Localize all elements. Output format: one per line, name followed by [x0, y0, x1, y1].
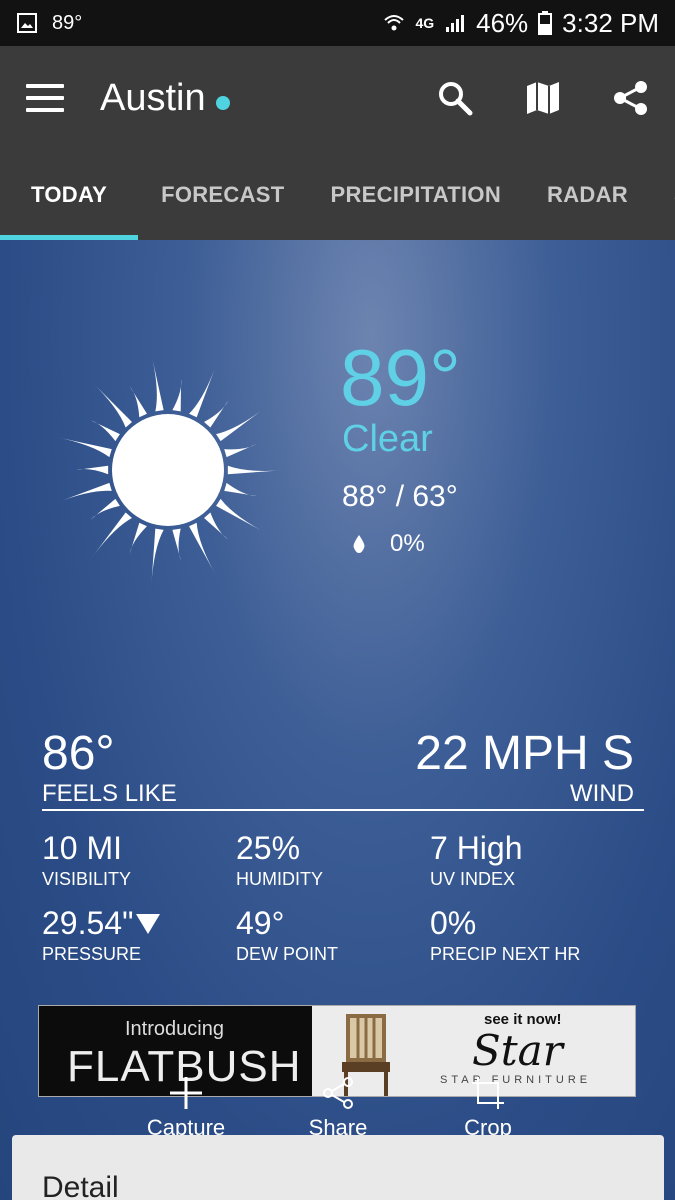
share-icon	[323, 1077, 353, 1109]
plus-icon	[170, 1077, 202, 1109]
search-icon[interactable]	[437, 80, 473, 116]
feels-like-value: 86°	[42, 727, 115, 780]
current-temperature: 89°	[340, 333, 461, 422]
signal-icon	[446, 15, 465, 32]
precip-chance: 0%	[352, 530, 425, 558]
network-type: 4G	[415, 15, 435, 31]
ad-intro-text: Introducing	[125, 1018, 224, 1040]
feels-like-label: FEELS LIKE	[42, 780, 177, 807]
stat-label: PRESSURE	[42, 944, 142, 964]
share-icon[interactable]	[613, 80, 649, 116]
stat-pressure: 29.54" PRESSURE	[42, 905, 161, 965]
stat-precip-next-hr: 0% PRECIP NEXT HR	[430, 905, 580, 965]
crop-button[interactable]: Crop	[452, 1075, 524, 1141]
stat-label: UV INDEX	[430, 869, 516, 889]
city-name: Austin	[100, 76, 206, 119]
sun-icon	[54, 353, 286, 587]
tab-more[interactable]: S	[651, 150, 675, 240]
location-title[interactable]: Austin	[100, 77, 230, 120]
app-bar: Austin	[0, 46, 675, 150]
stat-value: 25%	[236, 830, 301, 866]
share-screenshot-button[interactable]: Share	[300, 1075, 376, 1141]
divider	[42, 809, 644, 811]
wind-value: 22 MPH S	[415, 727, 634, 780]
high-low-temperature: 88° / 63°	[342, 480, 458, 513]
stat-value: 10 MI	[42, 830, 123, 866]
stat-value: 0%	[430, 905, 477, 941]
stat-label: DEW POINT	[236, 944, 338, 964]
map-icon[interactable]	[525, 80, 561, 116]
stat-label: PRECIP NEXT HR	[430, 944, 581, 964]
stat-value: 29.54"	[42, 905, 134, 941]
stat-value: 49°	[236, 905, 285, 941]
stat-value: 7 High	[430, 830, 523, 866]
battery-percent: 46%	[476, 7, 529, 38]
menu-icon[interactable]	[26, 84, 64, 112]
today-panel: 89° Clear 88° / 63° 0% 86° FEELS LIKE 22…	[0, 240, 675, 1200]
gallery-icon	[17, 13, 37, 33]
status-temperature: 89°	[52, 11, 83, 34]
stat-label: HUMIDITY	[236, 869, 323, 889]
tab-forecast[interactable]: FORECAST	[138, 150, 307, 240]
stat-visibility: 10 MI VISIBILITY	[42, 830, 131, 890]
current-condition: Clear	[342, 418, 433, 460]
detail-title: Detail	[42, 1171, 119, 1200]
precip-chance-value: 0%	[390, 530, 425, 557]
ad-logo: Star	[472, 1026, 563, 1075]
clock: 3:32 PM	[562, 7, 659, 38]
stat-label: VISIBILITY	[42, 869, 132, 889]
stat-humidity: 25% HUMIDITY	[236, 830, 323, 890]
crop-icon	[472, 1077, 504, 1109]
tab-radar[interactable]: RADAR	[524, 150, 651, 240]
location-indicator-dot	[215, 96, 230, 110]
arrow-down-icon	[136, 913, 161, 934]
stat-dew-point: 49° DEW POINT	[236, 905, 338, 965]
tab-bar: TODAY FORECAST PRECIPITATION RADAR S	[0, 150, 675, 240]
tab-precipitation[interactable]: PRECIPITATION	[308, 150, 525, 240]
status-bar: 89° 4G 46% 3:32 PM	[0, 0, 675, 46]
wind-label: WIND	[570, 780, 634, 807]
wifi-icon	[384, 15, 405, 31]
stat-uv-index: 7 High UV INDEX	[430, 830, 523, 890]
detail-card[interactable]: Detail	[12, 1135, 664, 1200]
raindrop-icon	[353, 535, 365, 553]
tab-today[interactable]: TODAY	[0, 150, 139, 240]
battery-icon	[538, 11, 553, 35]
